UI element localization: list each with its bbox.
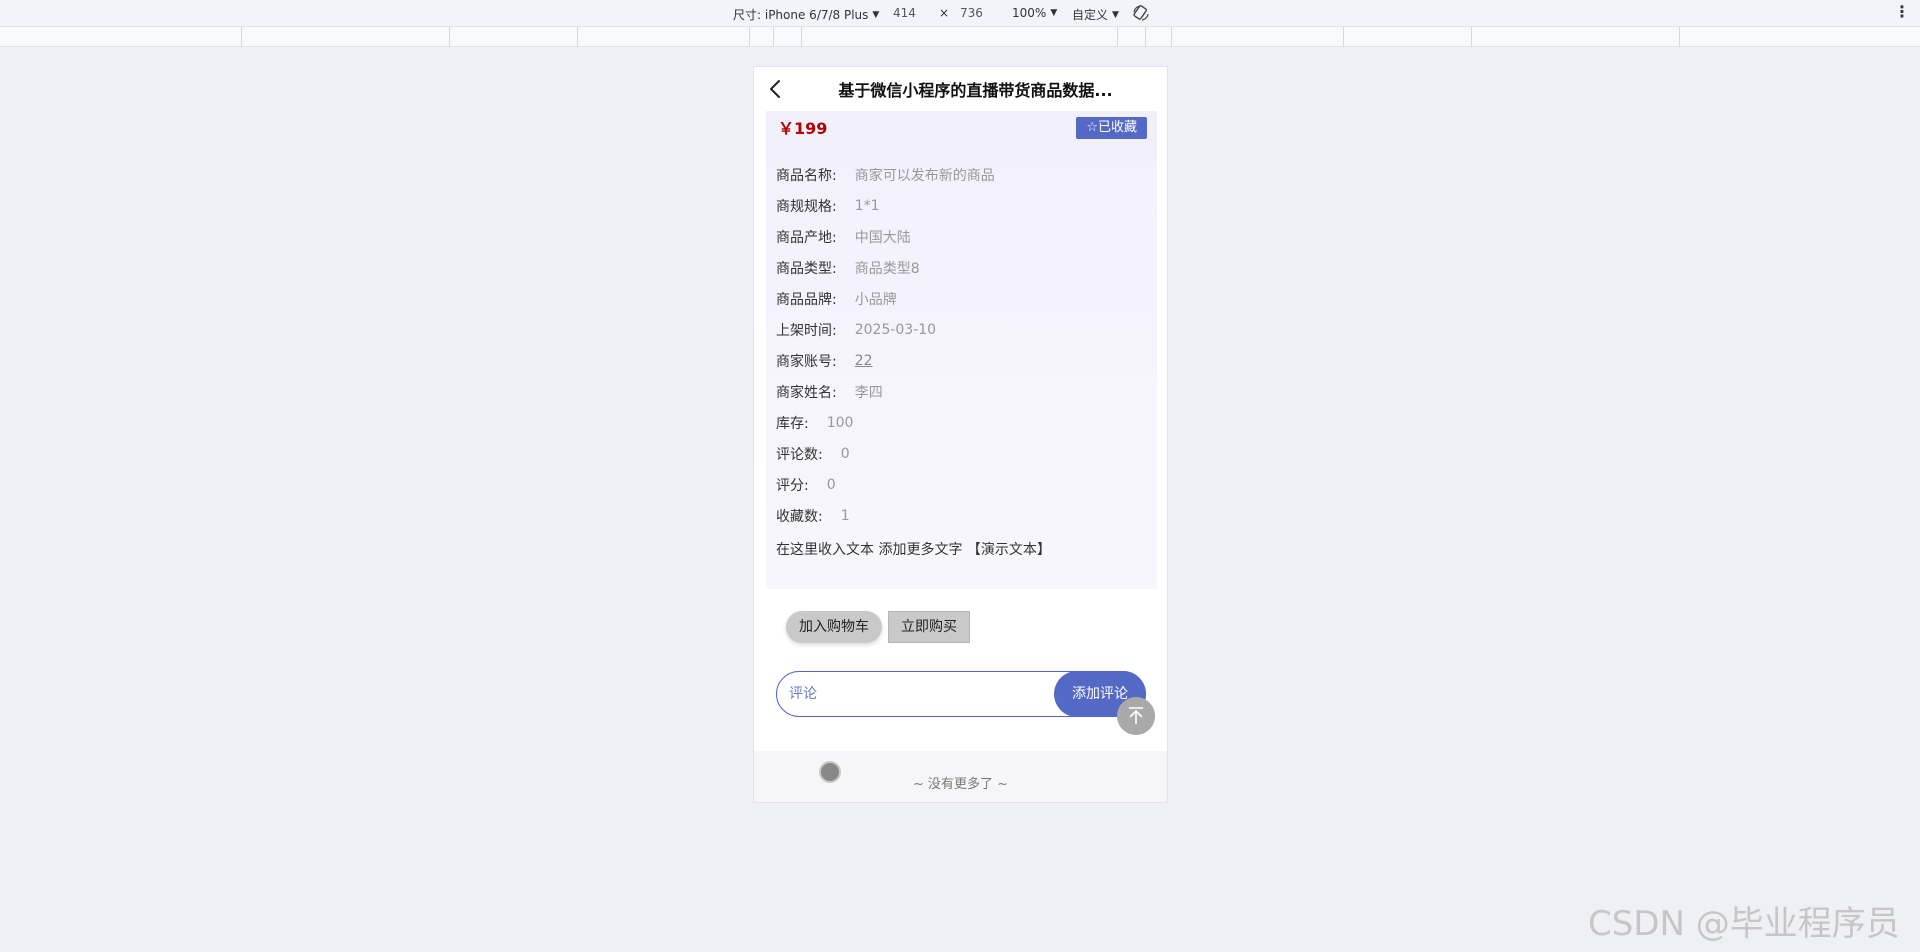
info-row: 库存: 100 [776, 407, 1146, 438]
caret-down-icon: ▼ [1050, 8, 1058, 18]
info-label: 评分: [776, 477, 809, 494]
favorite-button[interactable]: ☆已收藏 [1076, 117, 1147, 139]
times-icon: × [939, 6, 950, 20]
info-value: 1*1 [854, 197, 880, 214]
info-row: 商规规格: 1*1 [776, 190, 1146, 221]
viewport-height[interactable]: 736 [960, 6, 983, 20]
zoom-select[interactable]: 100% ▼ [1012, 6, 1057, 20]
device-size-select[interactable]: 尺寸: iPhone 6/7/8 Plus ▼ [733, 6, 879, 23]
buy-now-button[interactable]: 立即购买 [888, 611, 970, 643]
caret-down-icon: ▼ [872, 9, 880, 20]
info-row: 评论数: 0 [776, 438, 1146, 469]
comment-box: 添加评论 [776, 671, 1146, 717]
product-description: 在这里收入文本 添加更多文字 【演示文本】 [776, 542, 1051, 558]
more-vert-icon[interactable]: ⋮ [1894, 4, 1910, 20]
merchant-account-link[interactable]: 22 [855, 353, 873, 369]
list-footer: ~ 没有更多了 ~ [754, 751, 1167, 802]
caret-down-icon: ▼ [1112, 9, 1119, 20]
info-row: 商家账号: 22 [776, 345, 1146, 376]
info-value: 1 [840, 507, 850, 524]
info-label: 库存: [776, 415, 809, 432]
info-value: 中国大陆 [854, 229, 911, 246]
info-row: 商品品牌: 小品牌 [776, 283, 1146, 314]
info-label: 商品品牌: [776, 291, 837, 308]
no-more-text: ~ 没有更多了 ~ [912, 777, 1009, 792]
info-label: 收藏数: [776, 508, 823, 525]
nav-bar: 基于微信小程序的直播带货商品数据... [754, 67, 1167, 111]
info-label: 商品名称: [776, 167, 837, 184]
watermark: CSDN @毕业程序员 [1588, 904, 1900, 944]
info-value: 李四 [854, 384, 883, 401]
info-label: 商家账号: [776, 353, 837, 370]
comment-input[interactable] [789, 672, 1039, 716]
throttle-select[interactable]: 自定义 ▼ [1072, 6, 1119, 23]
info-value: 2025-03-10 [854, 321, 937, 338]
info-label: 商品产地: [776, 229, 837, 246]
info-label: 商规规格: [776, 198, 837, 215]
info-value: 商品类型8 [854, 260, 920, 277]
info-value: 商家可以发布新的商品 [854, 167, 995, 184]
info-row: 商品名称: 商家可以发布新的商品 [776, 159, 1146, 190]
info-label: 商家姓名: [776, 384, 837, 401]
viewport-width[interactable]: 414 [893, 6, 916, 20]
info-label: 商品类型: [776, 260, 837, 277]
media-query-ruler [0, 27, 1920, 47]
info-label: 上架时间: [776, 322, 837, 339]
product-info-list: 商品名称: 商家可以发布新的商品 商规规格: 1*1 商品产地: 中国大陆 商品… [776, 159, 1146, 531]
add-to-cart-button[interactable]: 加入购物车 [786, 611, 882, 643]
product-detail: ￥199 ☆已收藏 商品名称: 商家可以发布新的商品 商规规格: 1*1 商品产… [766, 111, 1157, 737]
info-value: 小品牌 [854, 291, 897, 308]
phone-viewport: 基于微信小程序的直播带货商品数据... ￥199 ☆已收藏 商品名称: 商家可以… [753, 66, 1168, 803]
chevron-left-icon[interactable] [764, 77, 788, 101]
info-value: 100 [826, 414, 854, 431]
info-row: 评分: 0 [776, 469, 1146, 500]
zoom-label: 100% [1012, 6, 1047, 20]
info-row: 商品产地: 中国大陆 [776, 221, 1146, 252]
info-row: 商品类型: 商品类型8 [776, 252, 1146, 283]
info-row: 收藏数: 1 [776, 500, 1146, 531]
page-title: 基于微信小程序的直播带货商品数据... [838, 81, 1113, 100]
info-label: 评论数: [776, 446, 823, 463]
info-value: 0 [840, 445, 850, 462]
info-value: 0 [826, 476, 836, 493]
info-row: 上架时间: 2025-03-10 [776, 314, 1146, 345]
custom-label: 自定义 [1072, 8, 1109, 22]
device-size-label: 尺寸: iPhone 6/7/8 Plus [733, 8, 869, 22]
info-row: 商家姓名: 李四 [776, 376, 1146, 407]
product-price: ￥199 [778, 119, 828, 138]
devtools-toolbar: 尺寸: iPhone 6/7/8 Plus ▼ 414 × 736 100% ▼… [0, 0, 1920, 27]
rotate-icon[interactable] [1132, 4, 1150, 22]
action-card: 加入购物车 立即购买 添加评论 [766, 589, 1157, 737]
back-to-top-icon[interactable] [1117, 697, 1155, 735]
